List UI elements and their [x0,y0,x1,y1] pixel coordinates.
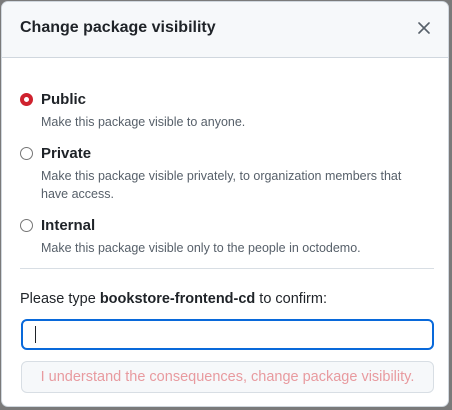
dialog-title: Change package visibility [20,19,216,36]
close-button[interactable] [412,16,436,40]
visibility-option-internal[interactable]: Internal Make this package visible only … [20,217,430,257]
option-label-internal: Internal [41,217,96,234]
confirm-prompt: Please type bookstore-frontend-cd to con… [20,291,327,307]
change-visibility-dialog: Change package visibility Public Make th… [1,1,449,407]
confirm-suffix: to confirm: [255,291,327,307]
change-visibility-button[interactable]: I understand the consequences, change pa… [21,361,434,393]
radio-private[interactable] [20,147,33,160]
divider [20,268,434,269]
visibility-option-public[interactable]: Public Make this package visible to anyo… [20,91,430,131]
visibility-option-private[interactable]: Private Make this package visible privat… [20,145,430,201]
confirm-prefix: Please type [20,291,100,307]
option-desc-private: Make this package visible privately, to … [41,169,402,201]
text-caret [35,326,36,343]
option-label-private: Private [41,145,92,162]
option-desc-public: Make this package visible to anyone. [41,115,246,129]
confirm-input[interactable] [21,319,434,350]
confirm-package-name: bookstore-frontend-cd [99,291,256,307]
close-icon [418,22,430,34]
option-desc-internal: Make this package visible only to the pe… [41,241,361,255]
dialog-header: Change package visibility [2,2,448,58]
option-label-public: Public [41,91,87,108]
radio-public[interactable] [20,93,33,106]
radio-internal[interactable] [20,219,33,232]
